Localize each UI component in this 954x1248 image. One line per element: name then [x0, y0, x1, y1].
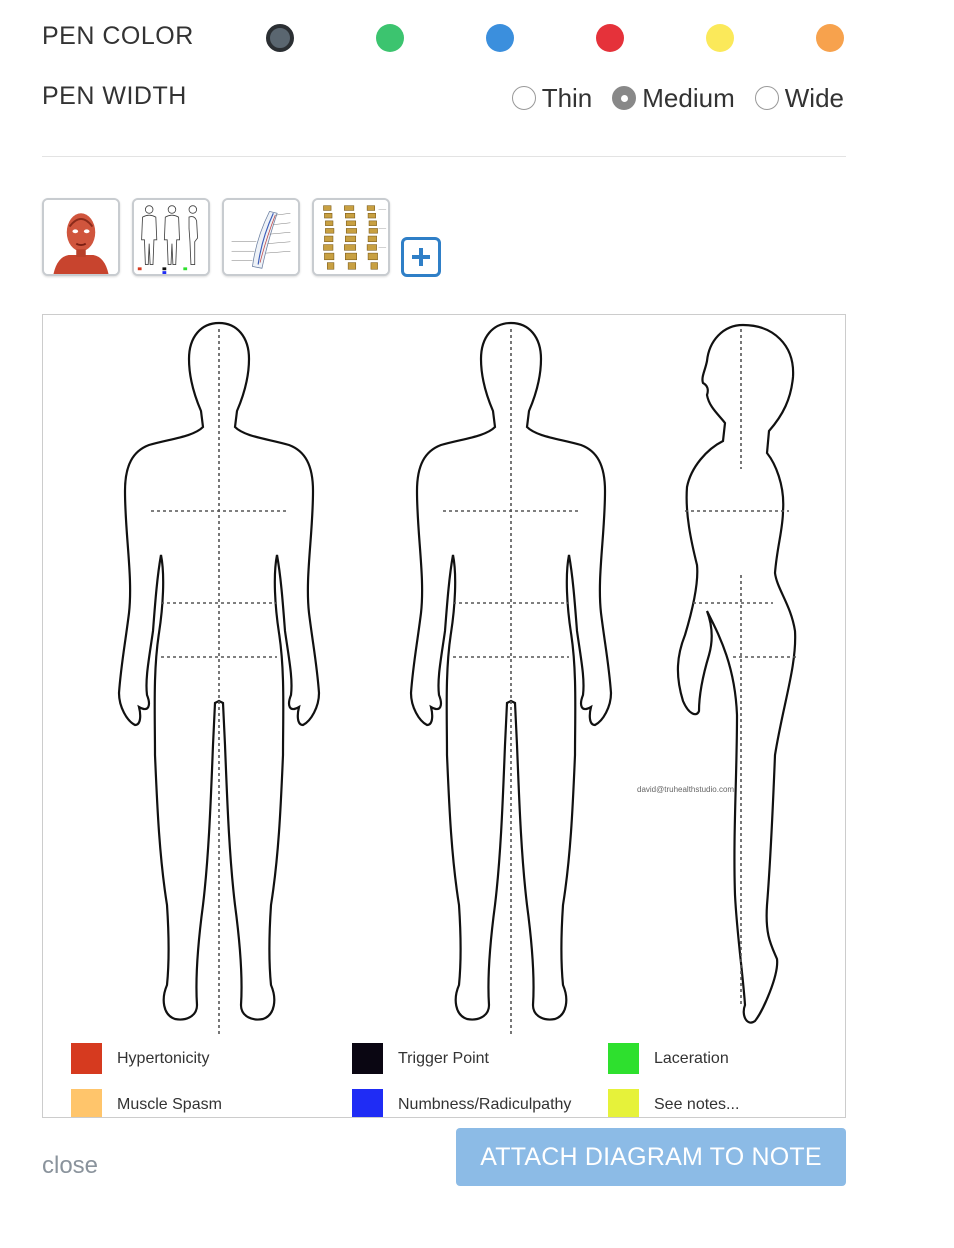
body-outline-icon	[134, 200, 208, 274]
pen-color-swatch-blue[interactable]	[486, 24, 514, 52]
legend-swatch	[71, 1089, 102, 1117]
legend-swatch	[71, 1043, 102, 1074]
pen-width-thin[interactable]: Thin	[511, 82, 593, 114]
pen-width-thin-label: Thin	[541, 82, 593, 113]
pen-width-options: Thin Medium Wide	[492, 80, 844, 116]
pen-width-wide[interactable]: Wide	[754, 82, 844, 114]
body-diagram	[117, 321, 797, 1037]
legend-label: Muscle Spasm	[117, 1095, 222, 1113]
diagram-watermark: david@truhealthstudio.com	[637, 785, 735, 794]
drawing-canvas[interactable]: david@truhealthstudio.com Hypertonicity …	[42, 314, 846, 1118]
arm-nerves-thumbnail[interactable]	[222, 198, 300, 276]
radio-unchecked-icon	[754, 86, 779, 110]
spine-thumbnail[interactable]	[312, 198, 390, 276]
legend-label: Laceration	[654, 1049, 729, 1067]
legend-swatch	[352, 1089, 383, 1117]
legend-muscle-spasm: Muscle Spasm	[71, 1089, 222, 1117]
pen-color-label: PEN COLOR	[42, 22, 194, 50]
legend-numbness-radiculpathy: Numbness/Radiculpathy	[352, 1089, 572, 1117]
legend-swatch	[352, 1043, 383, 1074]
legend-label: Numbness/Radiculpathy	[398, 1095, 572, 1113]
legend-hypertonicity: Hypertonicity	[71, 1043, 209, 1074]
attach-diagram-button[interactable]: ATTACH DIAGRAM TO NOTE	[456, 1128, 846, 1186]
legend-label: Hypertonicity	[117, 1049, 210, 1067]
pen-color-swatch-orange[interactable]	[816, 24, 844, 52]
add-diagram-button[interactable]	[401, 237, 441, 277]
legend-laceration: Laceration	[608, 1043, 729, 1074]
pen-color-swatch-dark-gray[interactable]	[266, 24, 294, 52]
pen-width-medium[interactable]: Medium	[612, 82, 735, 114]
radio-unchecked-icon	[511, 86, 536, 110]
close-link[interactable]: close	[42, 1152, 98, 1180]
legend-label: See notes...	[654, 1095, 740, 1113]
body-outline-thumbnail[interactable]	[132, 198, 210, 276]
legend-swatch	[608, 1043, 639, 1074]
pen-width-medium-label: Medium	[642, 82, 735, 113]
head-muscles-thumbnail[interactable]	[42, 198, 120, 276]
pen-width-label: PEN WIDTH	[42, 82, 187, 110]
radio-checked-icon	[612, 86, 637, 110]
pen-width-wide-label: Wide	[784, 82, 844, 113]
pen-color-swatch-red[interactable]	[596, 24, 624, 52]
head-muscles-icon	[44, 200, 118, 274]
legend-see-notes: See notes...	[608, 1089, 740, 1117]
spine-icon	[314, 200, 388, 274]
pen-color-swatch-green[interactable]	[376, 24, 404, 52]
legend-swatch	[608, 1089, 639, 1117]
pen-color-swatch-yellow[interactable]	[706, 24, 734, 52]
arm-nerves-icon	[224, 200, 298, 274]
legend-label: Trigger Point	[398, 1049, 489, 1067]
section-divider	[42, 156, 846, 157]
legend-trigger-point: Trigger Point	[352, 1043, 489, 1074]
